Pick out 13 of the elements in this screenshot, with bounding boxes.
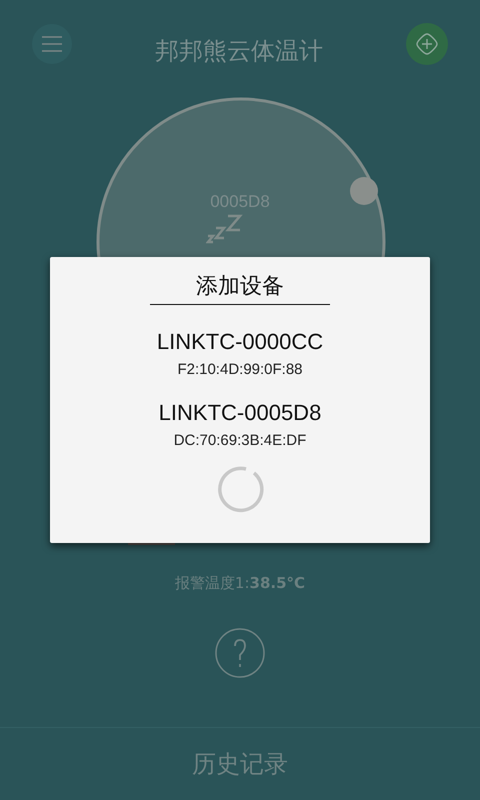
menu-button[interactable] (32, 24, 72, 64)
dial-knob[interactable] (350, 177, 378, 205)
device-name[interactable]: LINKTC-0005D8 (158, 400, 322, 426)
add-device-button[interactable] (406, 23, 448, 65)
device-address: DC:70:69:3B:4E:DF (174, 432, 306, 449)
help-icon (214, 627, 266, 679)
dialog-title: 添加设备 (150, 271, 330, 305)
app-title: 邦邦熊云体温计 (155, 36, 323, 67)
plus-diamond-icon (416, 33, 438, 55)
alarm-temperature: 报警温度1:38.5°C (174, 574, 306, 593)
menu-icon (41, 35, 63, 53)
device-address: F2:10:4D:99:0F:88 (177, 361, 303, 378)
device-name[interactable]: LINKTC-0000CC (156, 329, 324, 355)
